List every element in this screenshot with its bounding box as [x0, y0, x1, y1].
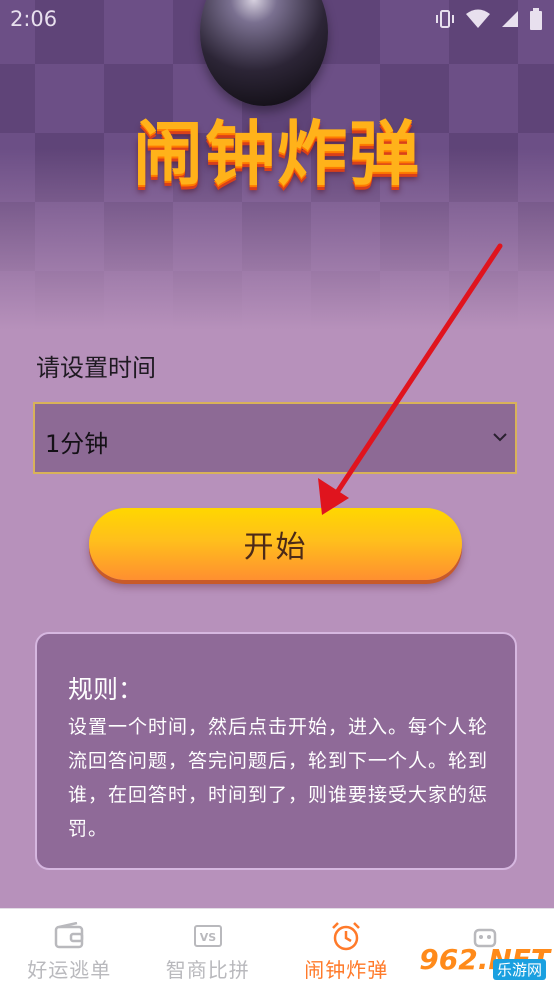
- status-time: 2:06: [10, 7, 57, 31]
- signal-icon: [500, 9, 520, 29]
- nav-label: 智商比拼: [166, 954, 250, 983]
- nav-label: 好运逃单: [27, 954, 111, 983]
- nav-item-alarm-bomb[interactable]: 闹钟炸弹: [277, 909, 416, 985]
- rules-card: 规则： 设置一个时间，然后点击开始，进入。每个人轮流回答问题，答完问题后，轮到下…: [35, 632, 517, 870]
- timer-select[interactable]: 1分钟: [33, 402, 517, 474]
- status-icons: [434, 8, 542, 30]
- svg-text:VS: VS: [200, 931, 217, 944]
- page-title: 闹钟炸弹: [0, 98, 554, 199]
- rules-title: 规则：: [68, 670, 143, 706]
- vs-icon: VS: [191, 921, 225, 951]
- watermark-sub-text: 乐游网: [493, 959, 546, 980]
- battery-icon: [530, 8, 542, 30]
- alarm-clock-icon: [329, 921, 363, 951]
- timer-label: 请设置时间: [36, 348, 156, 383]
- start-button-label: 开始: [244, 522, 308, 566]
- chevron-down-icon: [489, 426, 511, 448]
- watermark-logo: 962.NET 乐游网: [410, 934, 550, 984]
- start-button[interactable]: 开始: [89, 508, 462, 580]
- nav-item-lucky-escape[interactable]: 好运逃单: [0, 909, 139, 985]
- timer-select-value: 1分钟: [45, 424, 108, 459]
- vibrate-icon: [434, 8, 456, 30]
- wallet-icon: [52, 921, 86, 951]
- status-bar: 2:06: [0, 0, 554, 40]
- nav-label: 闹钟炸弹: [304, 954, 388, 983]
- nav-item-iq-battle[interactable]: VS 智商比拼: [139, 909, 278, 985]
- wifi-icon: [466, 9, 490, 29]
- rules-body: 设置一个时间，然后点击开始，进入。每个人轮流回答问题，答完问题后，轮到下一个人。…: [68, 710, 488, 846]
